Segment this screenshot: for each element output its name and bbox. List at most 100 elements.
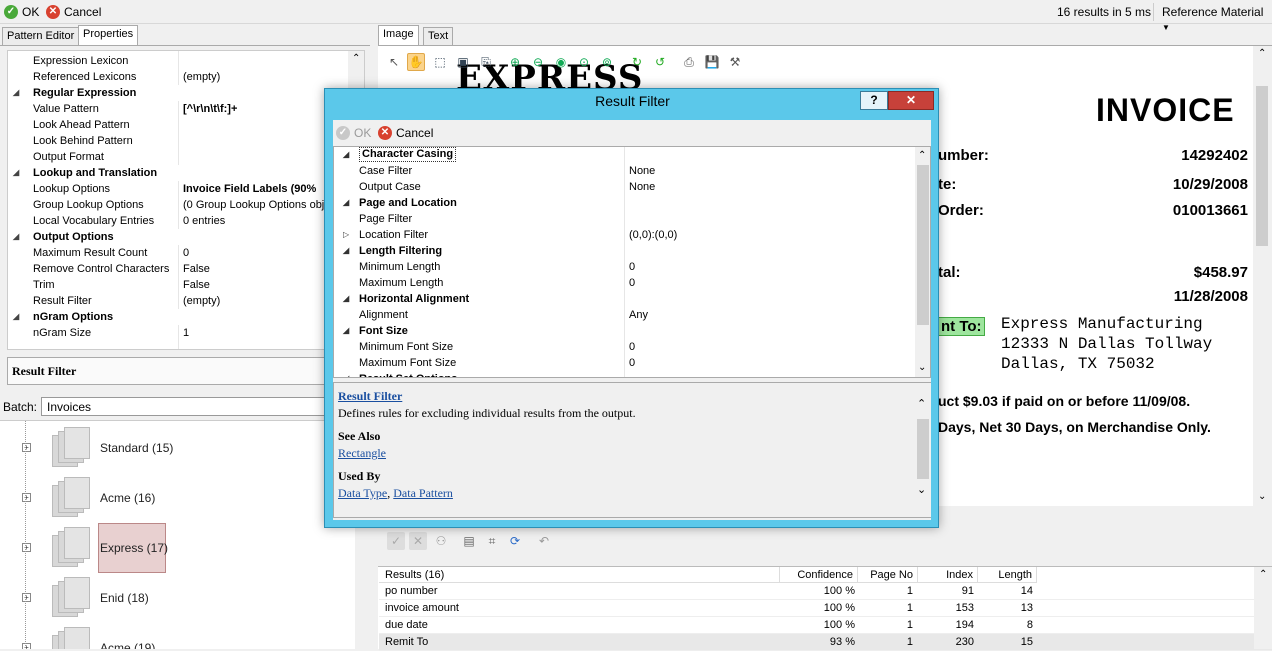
help-button[interactable]: ? — [860, 91, 888, 110]
filter-row[interactable]: Page Filter — [334, 211, 924, 227]
dialog-ok-button[interactable]: ✓ OK — [336, 123, 371, 143]
tree-item[interactable]: + Acme (16) — [20, 475, 180, 525]
collapse-arrow-icon[interactable]: ◢ — [343, 291, 349, 307]
rotate-right-icon[interactable]: ↻ — [628, 53, 646, 71]
filter-value[interactable]: None — [629, 163, 655, 179]
property-value[interactable]: False — [183, 277, 333, 293]
filter-value[interactable]: 0 — [629, 259, 635, 275]
collapse-arrow-icon[interactable]: ◢ — [13, 85, 19, 101]
tab-text[interactable]: Text — [423, 27, 454, 45]
results-col-name[interactable]: Results (16) — [379, 567, 780, 583]
property-row[interactable]: Output Format — [8, 149, 348, 165]
tree-view-icon[interactable]: ⚇ — [432, 532, 450, 550]
help-scrollbar[interactable]: ⌃ ⌄ — [915, 383, 931, 517]
property-row[interactable]: Local Vocabulary Entries 0 entries — [8, 213, 348, 229]
pointer-icon[interactable]: ↖ — [385, 53, 403, 71]
property-category[interactable]: ◢ Regular Expression — [8, 85, 348, 101]
table-row[interactable]: due date 100 % 1 194 8 — [379, 617, 1272, 634]
print-icon[interactable]: ⎙ — [680, 53, 698, 71]
data-pattern-link[interactable]: Data Pattern — [393, 486, 453, 500]
collapse-arrow-icon[interactable]: ◢ — [13, 309, 19, 325]
filter-row[interactable]: Maximum Length 0 — [334, 275, 924, 291]
property-value[interactable]: 0 — [183, 245, 333, 261]
filter-category[interactable]: ◢ Font Size — [334, 323, 924, 339]
filter-row[interactable]: Alignment Any — [334, 307, 924, 323]
property-category[interactable]: ◢ Output Options — [8, 229, 348, 245]
save-icon[interactable]: 💾 — [703, 53, 721, 71]
results-col-page[interactable]: Page No — [858, 567, 918, 583]
property-row[interactable]: Look Ahead Pattern — [8, 117, 348, 133]
rectangle-link[interactable]: Rectangle — [338, 446, 926, 461]
filter-category[interactable]: ◢ Character Casing — [334, 147, 924, 163]
property-row[interactable]: Remove Control Characters False — [8, 261, 348, 277]
zoom-width-icon[interactable]: ⊙ — [575, 53, 593, 71]
dialog-cancel-button[interactable]: ✕ Cancel — [378, 123, 433, 143]
filter-value[interactable]: None — [629, 179, 655, 195]
crop-icon[interactable]: ⌗ — [483, 532, 501, 550]
property-value[interactable]: (0 Group Lookup Options obje — [183, 197, 333, 213]
results-col-length[interactable]: Length — [978, 567, 1037, 583]
zoom-fit-icon[interactable]: ◉ — [552, 53, 570, 71]
data-type-link[interactable]: Data Type — [338, 486, 387, 500]
filter-row[interactable]: Output Case None — [334, 179, 924, 195]
property-category[interactable]: ◢ nGram Options — [8, 309, 348, 325]
scroll-thumb[interactable] — [917, 419, 929, 479]
tree-item[interactable]: + Standard (15) — [20, 425, 180, 475]
expand-icon[interactable]: + — [22, 443, 31, 452]
accept-icon[interactable]: ✓ — [387, 532, 405, 550]
property-row[interactable]: Group Lookup Options (0 Group Lookup Opti… — [8, 197, 348, 213]
select-zone-icon[interactable]: ▣ — [454, 53, 472, 71]
property-row[interactable]: Value Pattern [^\r\n\t\f:]+ — [8, 101, 348, 117]
filter-value[interactable]: 0 — [629, 355, 635, 371]
collapse-arrow-icon[interactable]: ◢ — [343, 195, 349, 211]
expand-icon[interactable]: + — [22, 543, 31, 552]
property-value[interactable]: 0 entries — [183, 213, 333, 229]
zoom-out-icon[interactable]: ⊖ — [529, 53, 547, 71]
filter-row[interactable]: Maximum Font Size 0 — [334, 355, 924, 371]
property-value[interactable]: 1 — [183, 325, 333, 341]
tab-image[interactable]: Image — [378, 25, 419, 45]
tree-item[interactable]: + Express (17) — [20, 523, 180, 575]
filter-category[interactable]: ◢ Horizontal Alignment — [334, 291, 924, 307]
image-scrollbar[interactable]: ⌃ ⌄ — [1253, 46, 1272, 506]
expand-icon[interactable]: + — [22, 593, 31, 602]
filter-value[interactable]: 0 — [629, 275, 635, 291]
collapse-arrow-icon[interactable]: ◢ — [343, 147, 349, 163]
filter-row[interactable]: ▷ Location Filter (0,0):(0,0) — [334, 227, 924, 243]
scroll-thumb[interactable] — [1256, 86, 1268, 246]
reject-icon[interactable]: ✕ — [409, 532, 427, 550]
property-row[interactable]: Maximum Result Count 0 — [8, 245, 348, 261]
chart-icon[interactable]: ▤ — [460, 532, 478, 550]
refresh-icon[interactable]: ⟳ — [506, 532, 524, 550]
expand-icon[interactable]: + — [22, 493, 31, 502]
tab-properties[interactable]: Properties — [78, 25, 139, 45]
dialog-grid-scrollbar[interactable]: ⌃ ⌄ — [915, 147, 930, 377]
collapse-arrow-icon[interactable]: ◢ — [343, 243, 349, 259]
filter-row[interactable]: Minimum Length 0 — [334, 259, 924, 275]
select-region-icon[interactable]: ⬚ — [431, 53, 449, 71]
rotate-left-icon[interactable]: ↺ — [651, 53, 669, 71]
property-value[interactable]: Invoice Field Labels (90% — [183, 181, 333, 197]
filter-value[interactable]: (0,0):(0,0) — [629, 227, 677, 243]
pan-hand-icon[interactable]: ✋ — [407, 53, 425, 71]
filter-category[interactable]: ◢ Page and Location — [334, 195, 924, 211]
undo-icon[interactable]: ↶ — [535, 532, 553, 550]
filter-value[interactable]: Any — [629, 307, 648, 323]
reference-material-dropdown[interactable]: Reference Material ▼ — [1162, 5, 1272, 33]
collapse-arrow-icon[interactable]: ◢ — [13, 229, 19, 245]
property-value[interactable]: (empty) — [183, 293, 333, 309]
table-row[interactable]: po number 100 % 1 91 14 — [379, 583, 1272, 600]
property-row[interactable]: Trim False — [8, 277, 348, 293]
property-row[interactable]: Expression Lexicon — [8, 53, 348, 69]
collapse-arrow-icon[interactable]: ◢ — [343, 371, 349, 377]
property-value[interactable]: (empty) — [183, 69, 333, 85]
close-button[interactable]: ✕ — [888, 91, 934, 110]
tree-item[interactable]: + Acme (19) — [20, 625, 180, 649]
property-category[interactable]: ◢ Lookup and Translation — [8, 165, 348, 181]
page-zoom-icon[interactable]: ⎘ — [477, 53, 495, 71]
tab-pattern-editor[interactable]: Pattern Editor — [2, 27, 80, 45]
tree-item[interactable]: + Enid (18) — [20, 575, 180, 625]
expand-arrow-icon[interactable]: ▷ — [343, 227, 349, 243]
cancel-button[interactable]: ✕ Cancel — [46, 2, 101, 22]
ok-button[interactable]: ✓ OK — [4, 2, 39, 22]
